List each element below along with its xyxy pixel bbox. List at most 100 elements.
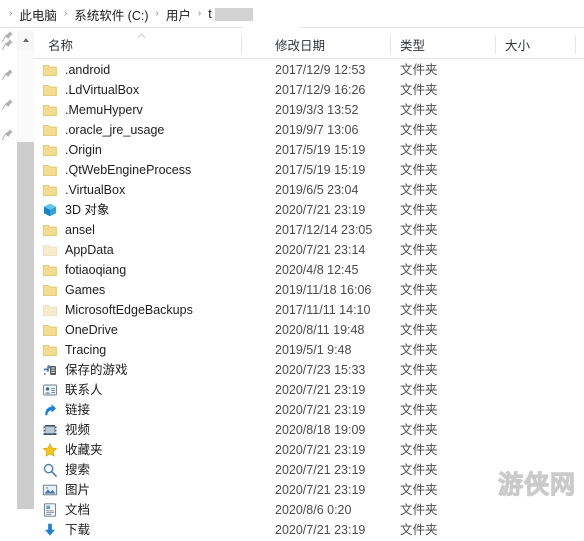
column-header-type[interactable]: 类型 (400, 30, 425, 59)
file-list-row[interactable]: .VirtualBox 2019/6/5 23:04 文件夹 (34, 180, 584, 200)
pin-icon (1, 99, 13, 111)
file-row-name: .LdVirtualBox (65, 83, 140, 97)
file-row-name-cell[interactable]: Tracing (34, 340, 106, 360)
file-row-name-cell[interactable]: 搜索 (34, 460, 90, 480)
folder-icon (42, 102, 58, 118)
file-row-date-modified: 2019/6/5 23:04 (275, 183, 359, 197)
file-row-name-cell[interactable]: OneDrive (34, 320, 118, 340)
scrollbar-thumb[interactable] (17, 142, 34, 509)
file-row-name-cell[interactable]: .MemuHyperv (34, 100, 143, 120)
file-list-row[interactable]: .LdVirtualBox 2017/12/9 16:26 文件夹 (34, 80, 584, 100)
file-list-row[interactable]: .QtWebEngineProcess 2017/5/19 15:19 文件夹 (34, 160, 584, 180)
file-row-date-modified: 2020/4/8 12:45 (275, 263, 359, 277)
file-row-name-cell[interactable]: 链接 (34, 400, 90, 420)
file-row-type: 文件夹 (400, 363, 438, 377)
file-list-row[interactable]: 链接 2020/7/21 23:19 文件夹 (34, 400, 584, 420)
column-header-size[interactable]: 大小 (505, 30, 530, 59)
file-list-row[interactable]: 搜索 2020/7/21 23:19 文件夹 (34, 460, 584, 480)
file-list-row[interactable]: 文档 2020/8/6 0:20 文件夹 (34, 500, 584, 520)
file-list-row[interactable]: 视频 2020/8/18 19:09 文件夹 (34, 420, 584, 440)
file-row-date-modified: 2020/7/21 23:19 (275, 443, 366, 457)
column-header-name[interactable]: 名称 (48, 30, 73, 59)
file-row-name-cell[interactable]: 3D 对象 (34, 200, 109, 220)
file-row-date-modified: 2020/8/18 19:09 (275, 423, 366, 437)
file-list-row[interactable]: .Origin 2017/5/19 15:19 文件夹 (34, 140, 584, 160)
file-row-type: 文件夹 (400, 143, 438, 157)
file-list-row[interactable]: fotiaoqiang 2020/4/8 12:45 文件夹 (34, 260, 584, 280)
file-list-row[interactable]: ansel 2017/12/14 23:05 文件夹 (34, 220, 584, 240)
column-divider[interactable] (575, 35, 576, 54)
file-row-name-cell[interactable]: 联系人 (34, 380, 103, 400)
file-row-date-modified: 2020/7/21 23:19 (275, 403, 366, 417)
file-row-date-modified: 2020/8/11 19:48 (275, 323, 365, 337)
contacts-icon (42, 382, 58, 398)
breadcrumb-item-this-pc[interactable]: 此电脑 (17, 4, 59, 25)
breadcrumb-item-username[interactable]: t (206, 6, 213, 22)
file-row-name-cell[interactable]: Games (34, 280, 105, 300)
column-divider[interactable] (495, 35, 496, 54)
file-list-row[interactable]: 下载 2020/7/21 23:19 文件夹 (34, 520, 584, 540)
scrollbar-track[interactable] (17, 50, 34, 142)
breadcrumb-divider-gap (243, 27, 299, 29)
breadcrumb[interactable]: › 此电脑 › 系统软件 (C:) › 用户 › t (0, 0, 584, 28)
file-list-row[interactable]: OneDrive 2020/8/11 19:48 文件夹 (34, 320, 584, 340)
file-row-name-cell[interactable]: MicrosoftEdgeBackups (34, 300, 193, 320)
file-row-name-cell[interactable]: 收藏夹 (34, 440, 103, 460)
file-row-name-cell[interactable]: 图片 (34, 480, 90, 500)
downloads-icon (42, 522, 58, 538)
pin-icon (1, 69, 13, 81)
folder-icon (42, 162, 58, 178)
file-list-row[interactable]: 联系人 2020/7/21 23:19 文件夹 (34, 380, 584, 400)
column-header-date-modified[interactable]: 修改日期 (275, 30, 325, 59)
file-list-row[interactable]: AppData 2020/7/21 23:14 文件夹 (34, 240, 584, 260)
file-row-date-modified: 2020/7/21 23:19 (275, 203, 366, 217)
file-list-row[interactable]: 3D 对象 2020/7/21 23:19 文件夹 (34, 200, 584, 220)
file-row-type: 文件夹 (400, 123, 438, 137)
folder-icon (42, 342, 58, 358)
file-row-name-cell[interactable]: .QtWebEngineProcess (34, 160, 191, 180)
vertical-scrollbar[interactable] (17, 30, 34, 509)
file-row-name-cell[interactable]: .oracle_jre_usage (34, 120, 164, 140)
file-list-row[interactable]: .android 2017/12/9 12:53 文件夹 (34, 60, 584, 80)
file-row-name-cell[interactable]: .LdVirtualBox (34, 80, 139, 100)
file-row-date-modified: 2017/11/11 14:10 (275, 303, 371, 317)
file-list-row[interactable]: Tracing 2019/5/1 9:48 文件夹 (34, 340, 584, 360)
breadcrumb-redaction-block (214, 7, 253, 21)
file-list-row[interactable]: 图片 2020/7/21 23:19 文件夹 (34, 480, 584, 500)
scroll-up-button[interactable] (17, 30, 34, 50)
file-row-name: 保存的游戏 (65, 363, 128, 377)
file-row-date-modified: 2017/5/19 15:19 (275, 143, 366, 157)
file-list[interactable]: .android 2017/12/9 12:53 文件夹 .LdVirtualBox 2… (34, 60, 584, 537)
file-list-row[interactable]: 收藏夹 2020/7/21 23:19 文件夹 (34, 440, 584, 460)
file-row-type: 文件夹 (400, 323, 438, 337)
breadcrumb-item-system-drive[interactable]: 系统软件 (C:) (72, 4, 150, 25)
file-row-name-cell[interactable]: .android (34, 60, 110, 80)
file-list-row[interactable]: .oracle_jre_usage 2019/9/7 13:06 文件夹 (34, 120, 584, 140)
file-row-name-cell[interactable]: .VirtualBox (34, 180, 125, 200)
folder-icon (42, 182, 58, 198)
file-row-name-cell[interactable]: 文档 (34, 500, 90, 520)
column-divider[interactable] (390, 35, 391, 54)
breadcrumb-item-users[interactable]: 用户 (164, 4, 193, 25)
file-list-row[interactable]: Games 2019/11/18 16:06 文件夹 (34, 280, 584, 300)
file-row-name-cell[interactable]: 下载 (34, 520, 90, 540)
file-list-row[interactable]: MicrosoftEdgeBackups 2017/11/11 14:10 文件夹 (34, 300, 584, 320)
file-row-name-cell[interactable]: AppData (34, 240, 114, 260)
file-row-type: 文件夹 (400, 103, 438, 117)
file-row-name-cell[interactable]: .Origin (34, 140, 102, 160)
folder-icon (42, 262, 58, 278)
file-row-name: 联系人 (65, 383, 103, 397)
file-row-name: .Origin (65, 143, 102, 157)
file-row-type: 文件夹 (400, 243, 438, 257)
file-row-name-cell[interactable]: fotiaoqiang (34, 260, 126, 280)
folder-icon (42, 322, 58, 338)
file-row-date-modified: 2020/7/21 23:14 (275, 243, 366, 257)
file-row-name-cell[interactable]: 保存的游戏 (34, 360, 128, 380)
file-row-name-cell[interactable]: ansel (34, 220, 95, 240)
file-list-row[interactable]: 保存的游戏 2020/7/23 15:33 文件夹 (34, 360, 584, 380)
file-row-date-modified: 2020/7/21 23:19 (275, 463, 366, 477)
file-row-name-cell[interactable]: 视频 (34, 420, 90, 440)
videos-icon (42, 422, 58, 438)
column-divider[interactable] (241, 35, 242, 54)
file-list-row[interactable]: .MemuHyperv 2019/3/3 13:52 文件夹 (34, 100, 584, 120)
